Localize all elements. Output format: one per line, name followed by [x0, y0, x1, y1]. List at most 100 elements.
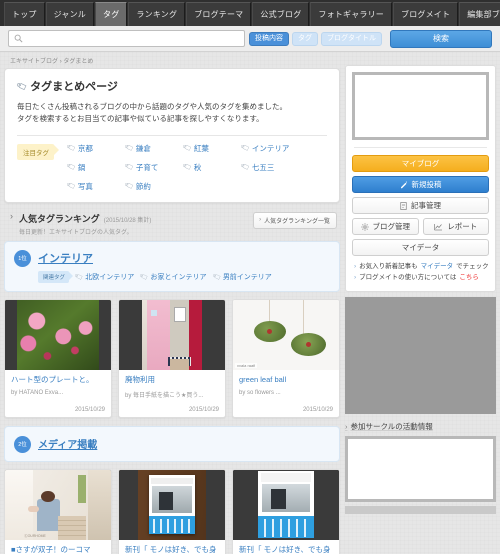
sidebar-link-anchor[interactable]: マイデータ — [421, 261, 454, 272]
document-icon — [400, 201, 407, 210]
divider — [17, 134, 327, 136]
article-card-body: 新刊「 モノは好き、でも身軽に生きたい... by 片付けたくなる部屋づくり 2… — [233, 540, 339, 554]
article-card-body: green leaf ball by so flowers ... 2015/1… — [233, 370, 339, 417]
article-author[interactable]: by HATANO Exva... — [11, 390, 105, 396]
featured-tags: 注目タグ 🏷 京都 🏷 鎌倉 🏷 紅葉 🏷 インテリア 🏷 鍋 🏷 子育て 🏷 秋 🏷 七五三 … — [17, 143, 327, 192]
article-thumbnail — [233, 469, 339, 540]
nav-item-top[interactable]: トップ — [4, 2, 45, 26]
circle-activity-strip — [345, 506, 496, 515]
circle-activity-heading[interactable]: › 参加サークルの活動情報 — [345, 421, 496, 432]
gear-icon — [360, 222, 369, 231]
breadcrumb-current: タグまとめ — [63, 59, 94, 65]
sidebar-link-anchor[interactable]: こちら — [459, 272, 479, 283]
nav-item-official-blog[interactable]: 公式ブログ — [252, 2, 310, 26]
my-blog-button[interactable]: マイブログ — [352, 155, 489, 172]
intro-panel: 🏷 タグまとめページ 毎日たくさん投稿されるブログの中から話題のタグや人気のタグ… — [4, 68, 340, 203]
nav-item-blog-mate[interactable]: ブログメイト — [393, 2, 459, 26]
global-nav: トップ ジャンル タグ ランキング ブログテーマ 公式ブログ フォトギャラリー … — [0, 0, 500, 26]
my-blog-button-label: マイブログ — [401, 159, 440, 168]
related-tag-label: 男前インテリア — [222, 273, 272, 281]
sidebar-link-mydata[interactable]: › お気入り新着記事も マイデータ でチェック — [354, 261, 489, 272]
tag-label: 鍋 — [77, 162, 86, 172]
related-tag-link[interactable]: 🏷 お家とインテリア — [140, 272, 207, 282]
article-card-body: ハート型のプレートと。 by HATANO Exva... 2015/10/29 — [5, 370, 111, 417]
article-author[interactable]: by so flowers ... — [239, 390, 333, 396]
nav-item-genre[interactable]: ジャンル — [45, 2, 95, 26]
article-title[interactable]: ■さすが双子！のーコマと、最近の掲載お... — [11, 545, 105, 554]
tag-link[interactable]: 🏷 節約 — [124, 181, 183, 192]
report-button[interactable]: レポート — [422, 218, 489, 235]
tag-label: 七五三 — [251, 162, 275, 172]
tag-link[interactable]: 🏷 インテリア — [240, 143, 299, 154]
article-card[interactable]: vvala raafi green leaf ball by so flower… — [232, 298, 340, 418]
tag-icon: 🏷 — [74, 272, 85, 282]
tag-label: 節約 — [135, 181, 151, 191]
new-post-button[interactable]: 新規投稿 — [352, 176, 489, 193]
nav-item-photo-gallery[interactable]: フォトギャラリー — [310, 2, 392, 26]
article-title[interactable]: 新刊「 モノは好き、でも身軽に生きたい... — [239, 545, 333, 554]
filter-tag[interactable]: タグ — [292, 31, 318, 46]
ranked-tag-name[interactable]: メディア掲載 — [38, 436, 97, 451]
tag-link[interactable]: 🏷 写真 — [66, 181, 125, 192]
article-title[interactable]: green leaf ball — [239, 375, 333, 386]
article-author[interactable]: by 毎日手紙を描こう★買う... — [125, 390, 219, 399]
card-row-1: ハート型のプレートと。 by HATANO Exva... 2015/10/29 — [4, 298, 340, 418]
photo-watermark: vvala raafi — [235, 362, 258, 368]
sidebar-button-row: ブログ管理 レポート — [352, 218, 489, 239]
search-submit-button[interactable]: 検索 — [390, 29, 492, 48]
tag-link[interactable]: 🏷 鍋 — [66, 162, 125, 173]
article-manage-button[interactable]: 記事管理 — [352, 197, 489, 214]
search-field[interactable] — [8, 30, 245, 47]
article-title[interactable]: ハート型のプレートと。 — [11, 375, 105, 386]
article-card[interactable]: ハート型のプレートと。 by HATANO Exva... 2015/10/29 — [4, 298, 112, 418]
nav-item-ranking[interactable]: ランキング — [128, 2, 186, 26]
article-title[interactable]: 新刊「 モノは好き、でも身軽に生きたい... — [125, 545, 219, 554]
ranked-tag-name[interactable]: インテリア — [38, 250, 93, 266]
page-title-text: タグまとめページ — [30, 81, 118, 93]
blog-manage-button-label: ブログ管理 — [372, 222, 411, 231]
related-tag-label: お家とインテリア — [150, 273, 207, 281]
tag-icon: 🏷 — [66, 143, 77, 154]
tag-link[interactable]: 🏷 七五三 — [240, 162, 299, 173]
article-card[interactable]: 廃物利用 by 毎日手紙を描こう★買う... 2015/10/29 — [118, 298, 226, 418]
chart-icon — [434, 223, 443, 230]
article-card[interactable]: 新刊「 モノは好き、でも身軽に生きたい... by 片付けたくなる部屋づくり 2… — [118, 468, 226, 554]
breadcrumb-root[interactable]: エキサイトブログ — [10, 59, 58, 65]
tag-link[interactable]: 🏷 子育て — [124, 162, 183, 173]
ad-banner[interactable] — [345, 297, 496, 415]
article-card[interactable]: 新刊「 モノは好き、でも身軽に生きたい... by 片付けたくなる部屋づくり 2… — [232, 468, 340, 554]
tag-link[interactable]: 🏷 鎌倉 — [124, 143, 183, 154]
leaf-ball-photo — [233, 299, 339, 370]
related-tag-link[interactable]: 🏷 北欧インテリア — [74, 272, 134, 282]
article-thumbnail: ⒸOURHOME — [5, 469, 111, 540]
blog-manage-button[interactable]: ブログ管理 — [352, 218, 419, 235]
sidebar-link-prefix: お気入り新着記事も — [359, 263, 418, 270]
tag-link[interactable]: 🏷 秋 — [182, 162, 241, 173]
search-icon — [14, 34, 23, 43]
related-tag-link[interactable]: 🏷 男前インテリア — [211, 272, 272, 282]
search-filter-group: 投稿内容 タグ ブログタイトル — [249, 31, 382, 46]
tag-label: 秋 — [193, 162, 202, 172]
search-bar: 投稿内容 タグ ブログタイトル 検索 — [0, 26, 500, 52]
blog-thumbnail[interactable] — [352, 72, 489, 140]
article-title[interactable]: 廃物利用 — [125, 375, 219, 386]
filter-blog-title[interactable]: ブログタイトル — [321, 31, 382, 46]
search-input[interactable] — [27, 31, 239, 46]
ranking-all-button[interactable]: › 人気タグランキング一覧 — [253, 211, 337, 229]
filter-post-content[interactable]: 投稿内容 — [249, 31, 289, 46]
tag-icon: 🏷 — [211, 272, 222, 282]
report-button-label: レポート — [447, 222, 478, 231]
nav-item-blog-theme[interactable]: ブログテーマ — [186, 2, 252, 26]
sidebar-link-blogmate-help[interactable]: › ブログメイトの使い方については こちら — [354, 272, 487, 283]
chevron-right-icon: › — [259, 217, 262, 224]
article-card[interactable]: ⒸOURHOME ■さすが双子！のーコマと、最近の掲載お... by OURHO… — [4, 468, 112, 554]
tag-link[interactable]: 🏷 紅葉 — [182, 143, 241, 154]
tag-link[interactable]: 🏷 京都 — [66, 143, 125, 154]
circle-activity-panel[interactable] — [345, 436, 496, 503]
tag-icon: 🏷 — [182, 143, 193, 154]
page-body: エキサイトブログ › タグまとめ 🏷 タグまとめページ 毎日たくさん投稿されるブ… — [0, 52, 500, 554]
related-tags-label: 関連タグ — [38, 270, 74, 283]
my-data-button[interactable]: マイデータ — [352, 239, 489, 256]
nav-item-editorial-blog[interactable]: 編集部ブログ — [459, 2, 500, 26]
nav-item-tag[interactable]: タグ — [95, 2, 128, 26]
